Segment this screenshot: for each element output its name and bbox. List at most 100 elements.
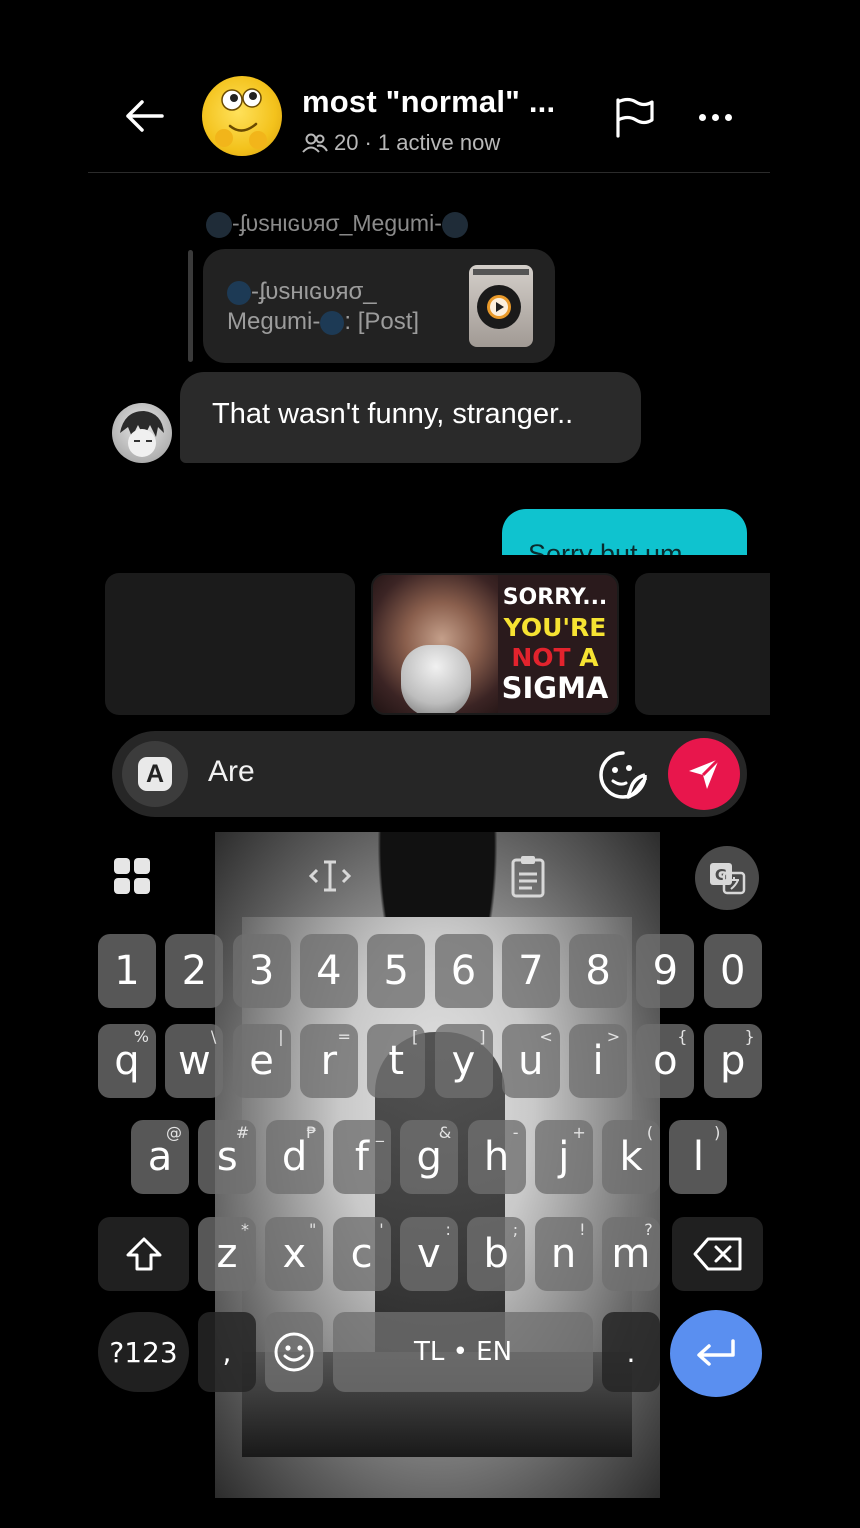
number-key-9[interactable]: 9 [636, 934, 695, 1008]
key-m[interactable]: m? [601, 1217, 660, 1291]
key-z[interactable]: z * [198, 1217, 256, 1291]
sender-avatar[interactable] [112, 403, 172, 463]
key-hint: ! [579, 1220, 586, 1239]
report-flag-button[interactable] [612, 96, 658, 138]
number-key-2[interactable]: 2 [165, 934, 224, 1008]
gif-caption: SORRY... YOU'RE NOT A SIGMA [491, 583, 617, 705]
anime-avatar-icon [120, 411, 164, 457]
gif-suggestion-3[interactable] [635, 573, 770, 715]
key-h[interactable]: h- [467, 1120, 526, 1194]
key-hint: ₱ [306, 1123, 317, 1142]
reply-snippet-suffix: : [Post] [344, 308, 420, 335]
number-key-5[interactable]: 5 [367, 934, 426, 1008]
chat-header: most "normal" ... 20 · 1 active now [0, 60, 860, 172]
more-options-button[interactable] [692, 102, 738, 132]
sent-message-text: Sorry but um [528, 539, 683, 555]
key-e[interactable]: e | [232, 1024, 291, 1098]
reply-quote-bar [188, 250, 193, 362]
message-input[interactable]: Are [208, 755, 255, 789]
key-v[interactable]: v: [399, 1217, 458, 1291]
flag-icon [616, 97, 654, 138]
keyboard-apps-button[interactable] [110, 850, 154, 902]
key-hint: { [677, 1027, 688, 1046]
number-key-8[interactable]: 8 [569, 934, 628, 1008]
space-bar[interactable]: TL • EN [333, 1312, 593, 1392]
key-k[interactable]: k( [602, 1120, 661, 1194]
key-a[interactable]: a @ [131, 1120, 189, 1194]
font-style-button[interactable]: A [122, 741, 188, 807]
back-button[interactable] [118, 94, 170, 138]
post-thumbnail[interactable] [469, 265, 533, 347]
translate-button[interactable]: G [695, 846, 759, 910]
key-label: i [592, 1038, 604, 1084]
key-n[interactable]: n! [534, 1217, 593, 1291]
key-label: v [417, 1231, 441, 1277]
group-avatar[interactable] [202, 76, 282, 156]
number-key-3[interactable]: 3 [232, 934, 291, 1008]
gif-suggestion-2[interactable]: SORRY... YOU'RE NOT A SIGMA [371, 573, 619, 715]
translate-icon: G [710, 863, 746, 895]
key-x[interactable]: x " [265, 1217, 324, 1291]
key-q[interactable]: q% [98, 1024, 156, 1098]
emoji-key[interactable] [265, 1312, 323, 1392]
number-key-7[interactable]: 7 [501, 934, 560, 1008]
key-f[interactable]: f _ [332, 1120, 391, 1194]
key-label: e [249, 1038, 274, 1084]
key-p[interactable]: p} [703, 1024, 762, 1098]
key-l[interactable]: l) [669, 1120, 728, 1194]
arrow-left-icon [126, 100, 164, 132]
key-label: d [281, 1134, 308, 1180]
blue-circle-emoji-icon [441, 211, 468, 238]
key-i[interactable]: i > [569, 1024, 628, 1098]
gif-caption-line: SIGMA [501, 671, 609, 705]
reply-author-label: -ʄυsнιɢυяσ_Megumi- [206, 210, 468, 238]
key-j[interactable]: j + [534, 1120, 593, 1194]
key-y[interactable]: y] [434, 1024, 493, 1098]
received-message-bubble[interactable]: That wasn't funny, stranger.. [180, 372, 641, 463]
clipboard-button[interactable] [504, 850, 552, 902]
key-label: b [483, 1231, 509, 1277]
key-s[interactable]: s # [198, 1120, 257, 1194]
gif-suggestion-1[interactable] [105, 573, 355, 715]
key-g[interactable]: g & [400, 1120, 459, 1194]
key-u[interactable]: u < [501, 1024, 560, 1098]
gif-suggestion-strip: SORRY... YOU'RE NOT A SIGMA [0, 556, 860, 734]
dot [724, 113, 732, 121]
gif-beard [401, 645, 471, 713]
text-cursor-button[interactable] [305, 850, 355, 902]
gif-caption-line: A [579, 643, 599, 672]
send-button[interactable] [668, 738, 740, 810]
key-hint: " [308, 1220, 317, 1239]
key-d[interactable]: d ₱ [265, 1120, 324, 1194]
number-key-0[interactable]: 0 [703, 934, 762, 1008]
enter-key[interactable] [670, 1310, 762, 1397]
blue-circle-emoji-icon [320, 310, 345, 335]
number-key-1[interactable]: 1 [98, 934, 156, 1008]
replied-post-card[interactable]: -ʄυsнιɢυяσ_ Megumi-: [Post] [203, 249, 555, 363]
key-w[interactable]: w \ [165, 1024, 224, 1098]
key-b[interactable]: b; [467, 1217, 526, 1291]
number-key-4[interactable]: 4 [299, 934, 358, 1008]
key-hint: & [438, 1123, 452, 1142]
key-hint: = [337, 1027, 351, 1046]
key-c[interactable]: c ' [332, 1217, 391, 1291]
chat-title[interactable]: most "normal" ... [302, 84, 555, 120]
number-key-6[interactable]: 6 [434, 934, 493, 1008]
sticker-button[interactable] [598, 750, 648, 800]
key-hint: } [744, 1027, 755, 1046]
key-hint: ; [512, 1220, 519, 1239]
key-t[interactable]: t[ [367, 1024, 426, 1098]
apps-grid-icon [114, 858, 150, 894]
key-label: p [719, 1038, 746, 1084]
people-icon [302, 133, 328, 153]
period-key[interactable]: . [602, 1312, 660, 1392]
gif-caption-line: NOT [511, 643, 571, 672]
key-o[interactable]: o{ [636, 1024, 695, 1098]
key-label: r [320, 1038, 338, 1084]
symbols-key[interactable]: ?123 [98, 1312, 189, 1392]
comma-key[interactable]: , [198, 1312, 256, 1392]
shift-key[interactable] [98, 1217, 189, 1291]
key-r[interactable]: r = [299, 1024, 358, 1098]
sent-message-bubble[interactable]: Sorry but um [502, 509, 747, 555]
backspace-key[interactable] [672, 1217, 763, 1291]
